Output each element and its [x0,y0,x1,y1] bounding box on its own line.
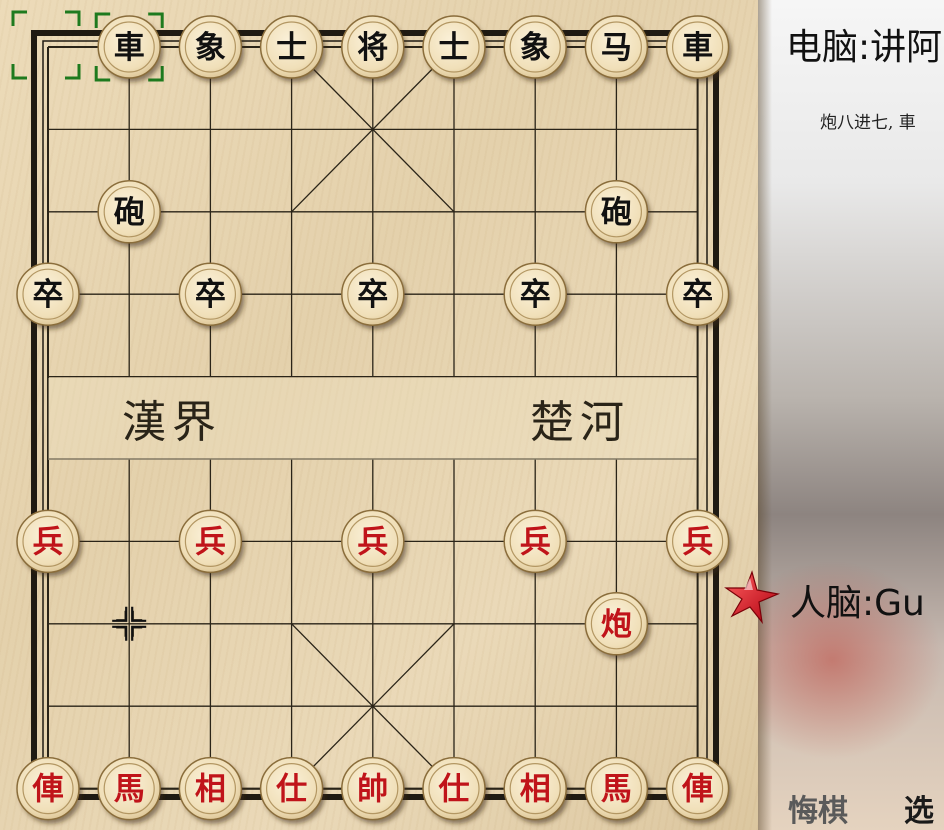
piece-label: 仕 [276,772,307,808]
black-piece[interactable]: 象 [503,15,567,79]
red-piece[interactable]: 帥 [341,756,405,821]
red-piece[interactable]: 仕 [259,756,324,821]
river-right-text: 楚河 [530,397,630,448]
piece-label: 象 [195,30,226,66]
piece-label: 仕 [439,772,470,808]
piece-label: 車 [682,30,713,66]
piece-label: 砲 [601,195,632,231]
red-piece[interactable]: 仕 [422,756,486,821]
black-piece[interactable]: 象 [178,15,243,79]
red-piece[interactable]: 兵 [503,509,567,574]
piece-label: 兵 [33,524,64,560]
black-piece[interactable]: 車 [665,15,730,79]
piece-label: 士 [276,30,307,66]
point-marker [132,610,143,621]
xiangqi-board[interactable]: 漢界 楚河 車 象 士 将 士 象 马 車砲 砲卒 卒 卒 卒 卒兵 兵 兵 兵 兵炮俥 馬 相 仕 帥 仕 相 馬 俥 [0,0,758,830]
piece-label: 馬 [601,772,632,808]
red-piece[interactable]: 炮 [584,592,649,656]
piece-label: 相 [520,772,551,808]
river-left-text: 漢界 [122,397,222,448]
move-from-marker [11,10,81,80]
black-piece[interactable]: 卒 [503,262,567,326]
piece-label: 卒 [33,277,64,313]
piece-label: 兵 [520,524,551,560]
point-marker [116,627,126,637]
point-marker [116,610,126,621]
red-piece[interactable]: 兵 [178,509,243,574]
piece-label: 帥 [357,772,388,808]
black-piece[interactable]: 卒 [16,262,80,326]
undo-move-button[interactable]: 悔棋 [788,786,848,830]
red-piece[interactable]: 兵 [16,509,80,574]
piece-label: 兵 [682,524,713,560]
select-button[interactable]: 选 [904,786,934,830]
red-piece[interactable]: 兵 [665,509,730,574]
black-piece[interactable]: 马 [584,15,649,79]
black-piece[interactable]: 将 [341,15,405,79]
river: 漢界 楚河 [48,378,697,460]
black-piece[interactable]: 卒 [341,262,405,326]
piece-label: 卒 [520,277,551,313]
red-piece[interactable]: 相 [178,756,243,821]
red-piece[interactable]: 馬 [584,756,649,821]
black-piece[interactable]: 車 [97,15,161,79]
piece-label: 馬 [114,772,145,808]
piece-label: 兵 [195,524,226,560]
piece-label: 士 [439,30,470,66]
piece-label: 将 [357,30,388,66]
piece-label: 相 [195,772,226,808]
panel-edge-shadow [758,0,772,830]
move-notation: 炮八进七, 車 [820,113,916,133]
piece-label: 卒 [682,277,713,313]
piece-label: 車 [114,30,145,66]
black-piece[interactable]: 士 [259,15,324,79]
black-piece[interactable]: 卒 [178,262,243,326]
computer-player-label: 电脑:讲阿 [786,27,943,68]
human-player-label: 人脑:Gu [790,583,925,624]
black-piece[interactable]: 砲 [584,180,649,244]
piece-label: 砲 [114,195,145,231]
black-piece[interactable]: 砲 [97,180,161,244]
red-piece[interactable]: 馬 [97,756,161,821]
red-piece[interactable]: 相 [503,756,567,821]
red-piece[interactable]: 俥 [16,756,80,821]
piece-label: 象 [520,30,551,66]
piece-label: 卒 [357,277,388,313]
piece-label: 卒 [195,277,226,313]
piece-label: 炮 [601,607,632,643]
black-piece[interactable]: 士 [422,15,486,79]
piece-label: 兵 [357,524,388,560]
piece-label: 俥 [32,772,64,808]
piece-label: 俥 [681,772,713,808]
turn-indicator-star-icon [724,570,781,625]
red-piece[interactable]: 俥 [665,756,730,821]
black-piece[interactable]: 卒 [665,262,730,326]
chess-board-panel: 漢界 楚河 車 象 士 将 士 象 马 車砲 砲卒 卒 卒 卒 卒兵 兵 兵 兵 兵炮俥 馬 相 仕 帥 仕 相 馬 俥 [0,0,758,830]
red-piece[interactable]: 兵 [341,509,405,574]
point-marker [132,627,143,637]
piece-label: 马 [601,30,632,66]
